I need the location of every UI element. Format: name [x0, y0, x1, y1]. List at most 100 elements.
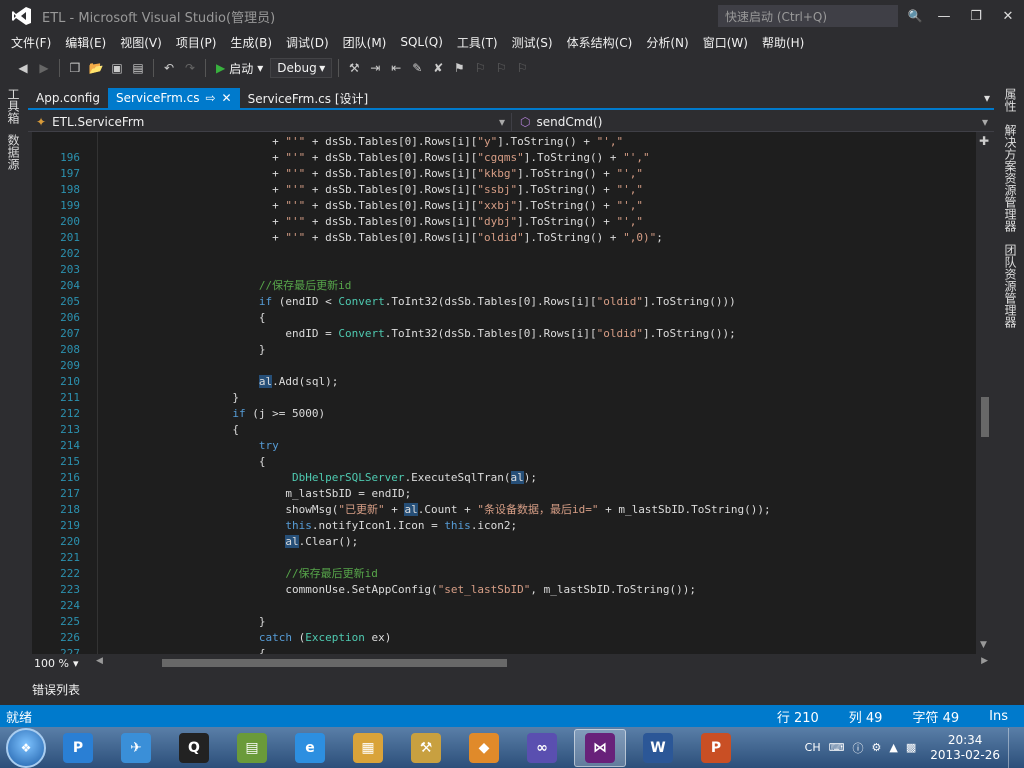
network-icon[interactable]: ▩ [906, 741, 916, 754]
menu-item[interactable]: 编辑(E) [58, 34, 113, 51]
horizontal-scroll-thumb[interactable] [162, 659, 507, 667]
zoom-select[interactable]: 100 % ▾ [32, 655, 92, 671]
menu-item[interactable]: 工具(T) [450, 34, 505, 51]
properties-tab[interactable]: 属性 [1002, 88, 1019, 112]
code-editor[interactable]: 196 197 198 199 200 201 202 203 204 205 206 207 208 2… [32, 132, 976, 654]
taskbar-app[interactable]: P [690, 729, 742, 767]
menu-item[interactable]: 分析(N) [639, 34, 695, 51]
solution-explorer-tab[interactable]: 解决方案资源管理器 [1002, 124, 1019, 232]
datasource-tab[interactable]: 数据源 [5, 134, 22, 170]
code-area[interactable]: + "'" + dsSb.Tables[0].Rows[i]["y"].ToSt… [100, 132, 976, 654]
clear-bookmarks-icon[interactable]: ⚐ [513, 59, 531, 77]
menu-item[interactable]: 视图(V) [113, 34, 169, 51]
taskbar-app[interactable]: ⋈ [574, 728, 626, 767]
forward-icon[interactable]: ▶ [35, 59, 53, 77]
taskbar-app[interactable]: ∞ [516, 729, 568, 767]
class-selector[interactable]: ✦ ETL.ServiceFrm ▾ [28, 112, 512, 131]
menu-item[interactable]: 体系结构(C) [560, 34, 640, 51]
show-hidden-icons-icon[interactable]: ▲ [889, 741, 897, 754]
member-selector[interactable]: ⬡ sendCmd() ▾ [512, 113, 994, 131]
code-line[interactable]: commonUse.SetAppConfig("set_lastSbID", m… [285, 582, 696, 598]
code-line[interactable]: if (endID < Convert.ToInt32(dsSb.Tables[… [259, 294, 736, 310]
next-bookmark-icon[interactable]: ⚐ [492, 59, 510, 77]
menu-item[interactable]: 项目(P) [169, 34, 224, 51]
scroll-left-icon[interactable]: ◀ [96, 656, 103, 666]
windows-start-button[interactable]: ❖ [6, 727, 46, 768]
code-line[interactable]: + "'" + dsSb.Tables[0].Rows[i]["dybj"].T… [272, 214, 643, 230]
code-line[interactable]: { [259, 646, 266, 654]
menu-item[interactable]: 文件(F) [4, 34, 58, 51]
code-line[interactable]: al.Clear(); [285, 534, 358, 550]
close-button[interactable]: ✕ [992, 9, 1024, 24]
code-line[interactable]: m_lastSbID = endID; [285, 486, 411, 502]
vertical-scrollbar[interactable]: ✚ ▼ [976, 132, 994, 654]
tab-servicefrm-design[interactable]: ServiceFrm.cs [设计] [240, 88, 377, 108]
toolbox-tab[interactable]: 工具箱 [5, 88, 22, 124]
new-project-icon[interactable]: ❒ [66, 59, 84, 77]
taskbar-app[interactable]: e [284, 729, 336, 767]
code-line[interactable]: try [259, 438, 279, 454]
code-line[interactable]: this.notifyIcon1.Icon = this.icon2; [285, 518, 517, 534]
scroll-down-icon[interactable]: ▼ [980, 640, 987, 650]
code-line[interactable]: showMsg("已更新" + al.Count + "条设备数据，最后id="… [285, 502, 771, 518]
code-line[interactable]: endID = Convert.ToInt32(dsSb.Tables[0].R… [285, 326, 735, 342]
outdent-icon[interactable]: ⇤ [387, 59, 405, 77]
menu-item[interactable]: 帮助(H) [755, 34, 811, 51]
taskbar-app[interactable]: ▤ [226, 729, 278, 767]
clock[interactable]: 20:34 2013-02-26 [930, 733, 1000, 763]
horizontal-scrollbar[interactable]: ◀ ▶ [92, 654, 994, 672]
pin-icon[interactable]: ⇨ [205, 91, 215, 105]
code-line[interactable]: { [259, 454, 266, 470]
code-line[interactable]: al.Add(sql); [258, 374, 338, 390]
language-indicator[interactable]: CH [805, 741, 821, 754]
taskbar-app[interactable]: ◆ [458, 729, 510, 767]
uncomment-icon[interactable]: ✘ [429, 59, 447, 77]
minimize-button[interactable]: — [928, 9, 960, 24]
menu-item[interactable]: SQL(Q) [393, 35, 450, 49]
help-icon[interactable]: ⓘ [853, 740, 864, 756]
attach-icon[interactable]: ⚒ [345, 59, 363, 77]
menu-item[interactable]: 窗口(W) [696, 34, 755, 51]
tray-settings-icon[interactable]: ⚙ [872, 741, 882, 754]
start-debugging-button[interactable]: ▶ 启动 ▾ [212, 60, 267, 77]
tab-app-config[interactable]: App.config [28, 88, 108, 108]
taskbar-app[interactable]: P [52, 729, 104, 767]
redo-icon[interactable]: ↷ [181, 59, 199, 77]
comment-icon[interactable]: ✎ [408, 59, 426, 77]
restore-button[interactable]: ❐ [960, 9, 992, 24]
menu-item[interactable]: 团队(M) [336, 34, 394, 51]
tab-overflow-icon[interactable]: ▾ [984, 91, 994, 105]
back-icon[interactable]: ◀ [14, 59, 32, 77]
close-icon[interactable]: ✕ [222, 91, 232, 105]
code-line[interactable]: + "'" + dsSb.Tables[0].Rows[i]["cgqms"].… [272, 150, 650, 166]
code-line[interactable]: //保存最后更新id [285, 566, 378, 582]
split-icon[interactable]: ✚ [979, 134, 989, 148]
taskbar-app[interactable]: ⚒ [400, 729, 452, 767]
code-line[interactable]: } [232, 390, 239, 406]
save-icon[interactable]: ▣ [108, 59, 126, 77]
code-line[interactable]: { [259, 310, 266, 326]
quick-launch-input[interactable]: 快速启动 (Ctrl+Q) [718, 5, 898, 27]
open-file-icon[interactable]: 📂 [87, 59, 105, 77]
taskbar-app[interactable]: ▦ [342, 729, 394, 767]
configuration-select[interactable]: Debug ▾ [270, 58, 333, 78]
tab-servicefrm-cs[interactable]: ServiceFrm.cs ⇨ ✕ [107, 88, 240, 108]
code-line[interactable]: + "'" + dsSb.Tables[0].Rows[i]["oldid"].… [272, 230, 663, 246]
taskbar-app[interactable]: ✈ [110, 729, 162, 767]
taskbar-app[interactable]: W [632, 729, 684, 767]
code-line[interactable]: //保存最后更新id [259, 278, 352, 294]
code-line[interactable]: + "'" + dsSb.Tables[0].Rows[i]["xxbj"].T… [272, 198, 643, 214]
code-line[interactable]: } [259, 614, 266, 630]
show-desktop-button[interactable] [1008, 727, 1018, 768]
save-all-icon[interactable]: ▤ [129, 59, 147, 77]
code-line[interactable]: + "'" + dsSb.Tables[0].Rows[i]["kkbg"].T… [272, 166, 643, 182]
code-line[interactable]: if (j >= 5000) [232, 406, 325, 422]
keyboard-icon[interactable]: ⌨ [829, 741, 845, 754]
code-line[interactable]: + "'" + dsSb.Tables[0].Rows[i]["y"].ToSt… [272, 134, 623, 150]
vertical-scroll-thumb[interactable] [981, 397, 989, 437]
bookmark-icon[interactable]: ⚑ [450, 59, 468, 77]
menu-item[interactable]: 调试(D) [279, 34, 336, 51]
search-icon[interactable]: 🔍 [902, 9, 928, 23]
code-line[interactable]: } [259, 342, 266, 358]
undo-icon[interactable]: ↶ [160, 59, 178, 77]
